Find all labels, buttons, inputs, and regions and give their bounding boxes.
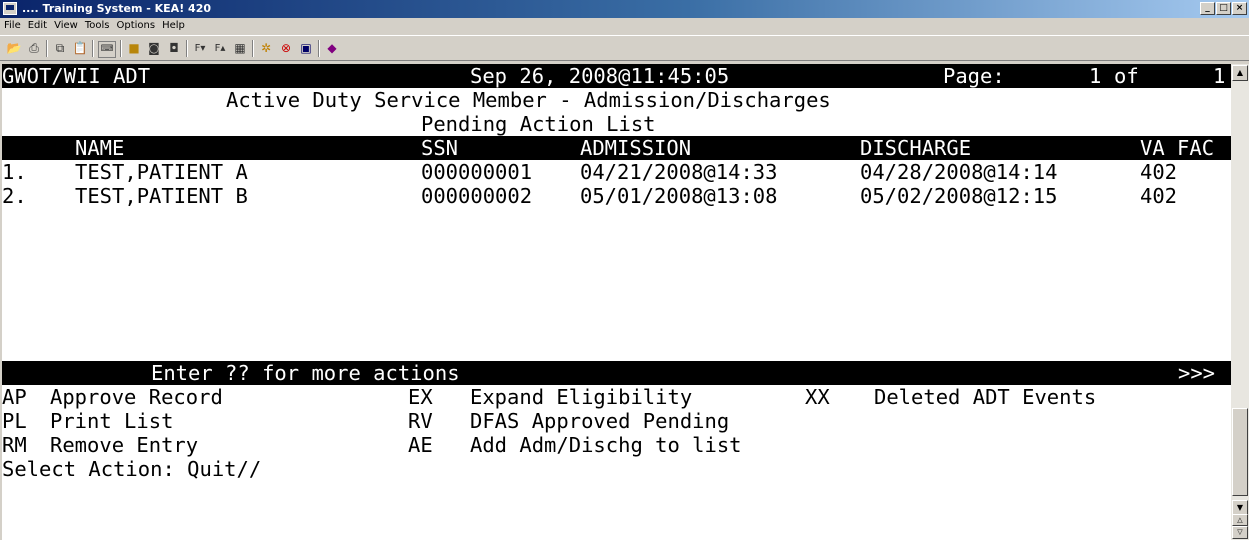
print-icon[interactable]: ⎙ (26, 41, 42, 56)
menu-file[interactable]: File (0, 18, 24, 31)
system-name: GWOT/WII ADT (2, 64, 151, 88)
camera2-icon[interactable]: ◘ (166, 41, 182, 56)
row-number: 2. (2, 184, 27, 208)
scroll-up-icon[interactable]: ▲ (1232, 65, 1248, 81)
action-deleted-adt-events[interactable]: Deleted ADT Events (874, 385, 1096, 409)
action-add-adm-dischg[interactable]: Add Adm/Dischg to list (470, 433, 742, 457)
action-code-rv[interactable]: RV (408, 409, 433, 433)
page-current: 1 (1089, 64, 1102, 88)
toolbar-separator (120, 40, 122, 57)
row-number: 1. (2, 160, 27, 184)
title-bar[interactable]: .... Training System - KEA! 420 _ □ × (0, 0, 1249, 18)
select-action-prompt[interactable]: Select Action: Quit// (2, 457, 1231, 481)
more-actions-hint: Enter ?? for more actions (151, 361, 460, 385)
action-row: AP Approve Record EX Expand Eligibility … (2, 385, 1231, 409)
menu-tools[interactable]: Tools (81, 18, 113, 31)
stop-icon[interactable]: ⊗ (278, 41, 294, 56)
prompt-text[interactable]: Select Action: Quit// (2, 457, 261, 481)
action-expand-eligibility[interactable]: Expand Eligibility (470, 385, 692, 409)
action-row: RM Remove Entry AE Add Adm/Dischg to lis… (2, 433, 1231, 457)
col-vafac: VA FAC (1140, 136, 1215, 160)
va-facility: 402 (1140, 184, 1178, 208)
page-up-icon[interactable]: △ (1232, 514, 1248, 526)
font-up-icon[interactable]: F▴ (212, 41, 228, 56)
patient-ssn: 000000002 (421, 184, 533, 208)
toolbar-separator (92, 40, 94, 57)
action-code-ae[interactable]: AE (408, 433, 433, 457)
col-discharge: DISCHARGE (860, 136, 972, 160)
action-remove-entry[interactable]: Remove Entry (50, 433, 198, 457)
action-code-xx[interactable]: XX (805, 385, 830, 409)
list-title: Active Duty Service Member - Admission/D… (2, 88, 1231, 112)
scroll-thumb[interactable] (1232, 408, 1248, 496)
table-row[interactable]: 1. TEST,PATIENT A 000000001 04/21/2008@1… (2, 160, 1231, 184)
action-row: PL Print List RV DFAS Approved Pending (2, 409, 1231, 433)
admission-date: 04/21/2008@14:33 (580, 160, 778, 184)
discharge-date: 05/02/2008@12:15 (860, 184, 1058, 208)
menu-options[interactable]: Options (112, 18, 158, 31)
calculator-icon[interactable]: ▦ (232, 41, 248, 56)
discharge-date: 04/28/2008@14:14 (860, 160, 1058, 184)
terminal-screen[interactable]: GWOT/WII ADT Sep 26, 2008@11:45:05 Page:… (2, 64, 1231, 540)
menu-view[interactable]: View (50, 18, 81, 31)
page-label: Page: (943, 64, 1005, 88)
action-dfas-approved-pending[interactable]: DFAS Approved Pending (470, 409, 729, 433)
header-datetime: Sep 26, 2008@11:45:05 (470, 64, 730, 88)
copy-icon[interactable]: ⧉ (52, 41, 68, 56)
toolbar-separator (46, 40, 48, 57)
list-title-line1: Active Duty Service Member - Admission/D… (226, 88, 831, 112)
list-subtitle: Pending Action List (2, 112, 1231, 136)
column-header-bar: NAME SSN ADMISSION DISCHARGE VA FAC (2, 136, 1231, 160)
list-title-line2: Pending Action List (421, 112, 656, 136)
app-icon[interactable] (3, 2, 17, 15)
page-down-icon[interactable]: ▽ (1232, 526, 1248, 539)
menu-edit[interactable]: Edit (24, 18, 50, 31)
action-code-ex[interactable]: EX (408, 385, 433, 409)
action-code-pl[interactable]: PL (2, 409, 27, 433)
col-ssn: SSN (421, 136, 459, 160)
maximize-button[interactable]: □ (1216, 2, 1231, 15)
minimize-button[interactable]: _ (1200, 2, 1215, 15)
header-bar: GWOT/WII ADT Sep 26, 2008@11:45:05 Page:… (2, 64, 1231, 88)
window-title: .... Training System - KEA! 420 (22, 2, 211, 15)
menu-bar: File Edit View Tools Options Help (0, 18, 1249, 35)
col-admission: ADMISSION (580, 136, 692, 160)
page-total: 1 (1213, 64, 1226, 88)
patient-ssn: 000000001 (421, 160, 533, 184)
camera-icon[interactable]: ◙ (146, 41, 162, 56)
action-code-ap[interactable]: AP (2, 385, 27, 409)
table-row[interactable]: 2. TEST,PATIENT B 000000002 05/01/2008@1… (2, 184, 1231, 208)
open-icon[interactable]: 📂 (6, 41, 22, 56)
patient-name: TEST,PATIENT B (75, 184, 248, 208)
action-print-list[interactable]: Print List (50, 409, 173, 433)
toolbar-separator (318, 40, 320, 57)
va-facility: 402 (1140, 160, 1178, 184)
more-indicator: >>> (1178, 361, 1216, 385)
book-icon[interactable]: ◆ (324, 41, 340, 56)
close-button[interactable]: × (1232, 2, 1247, 15)
action-code-rm[interactable]: RM (2, 433, 27, 457)
page-of: of (1114, 64, 1139, 88)
patient-name: TEST,PATIENT A (75, 160, 248, 184)
menu-help[interactable]: Help (158, 18, 188, 31)
screen-icon[interactable]: ▣ (298, 41, 314, 56)
action-approve-record[interactable]: Approve Record (50, 385, 223, 409)
admission-date: 05/01/2008@13:08 (580, 184, 778, 208)
toolbar: 📂 ⎙ ⧉ 📋 ⌨ ■ ◙ ◘ F▾ F▴ ▦ ✲ ⊗ ▣ ◆ (0, 35, 1249, 61)
font-down-icon[interactable]: F▾ (192, 41, 208, 56)
col-name: NAME (75, 136, 125, 160)
paste-icon[interactable]: 📋 (72, 41, 88, 56)
toolbar-separator (186, 40, 188, 57)
vertical-scrollbar[interactable]: ▲ ▼ △ ▽ (1231, 64, 1249, 540)
folder-icon[interactable]: ■ (126, 41, 142, 56)
settings-icon[interactable]: ✲ (258, 41, 274, 56)
keyboard-icon[interactable]: ⌨ (98, 41, 116, 58)
more-actions-bar: Enter ?? for more actions >>> (2, 361, 1231, 385)
toolbar-separator (252, 40, 254, 57)
